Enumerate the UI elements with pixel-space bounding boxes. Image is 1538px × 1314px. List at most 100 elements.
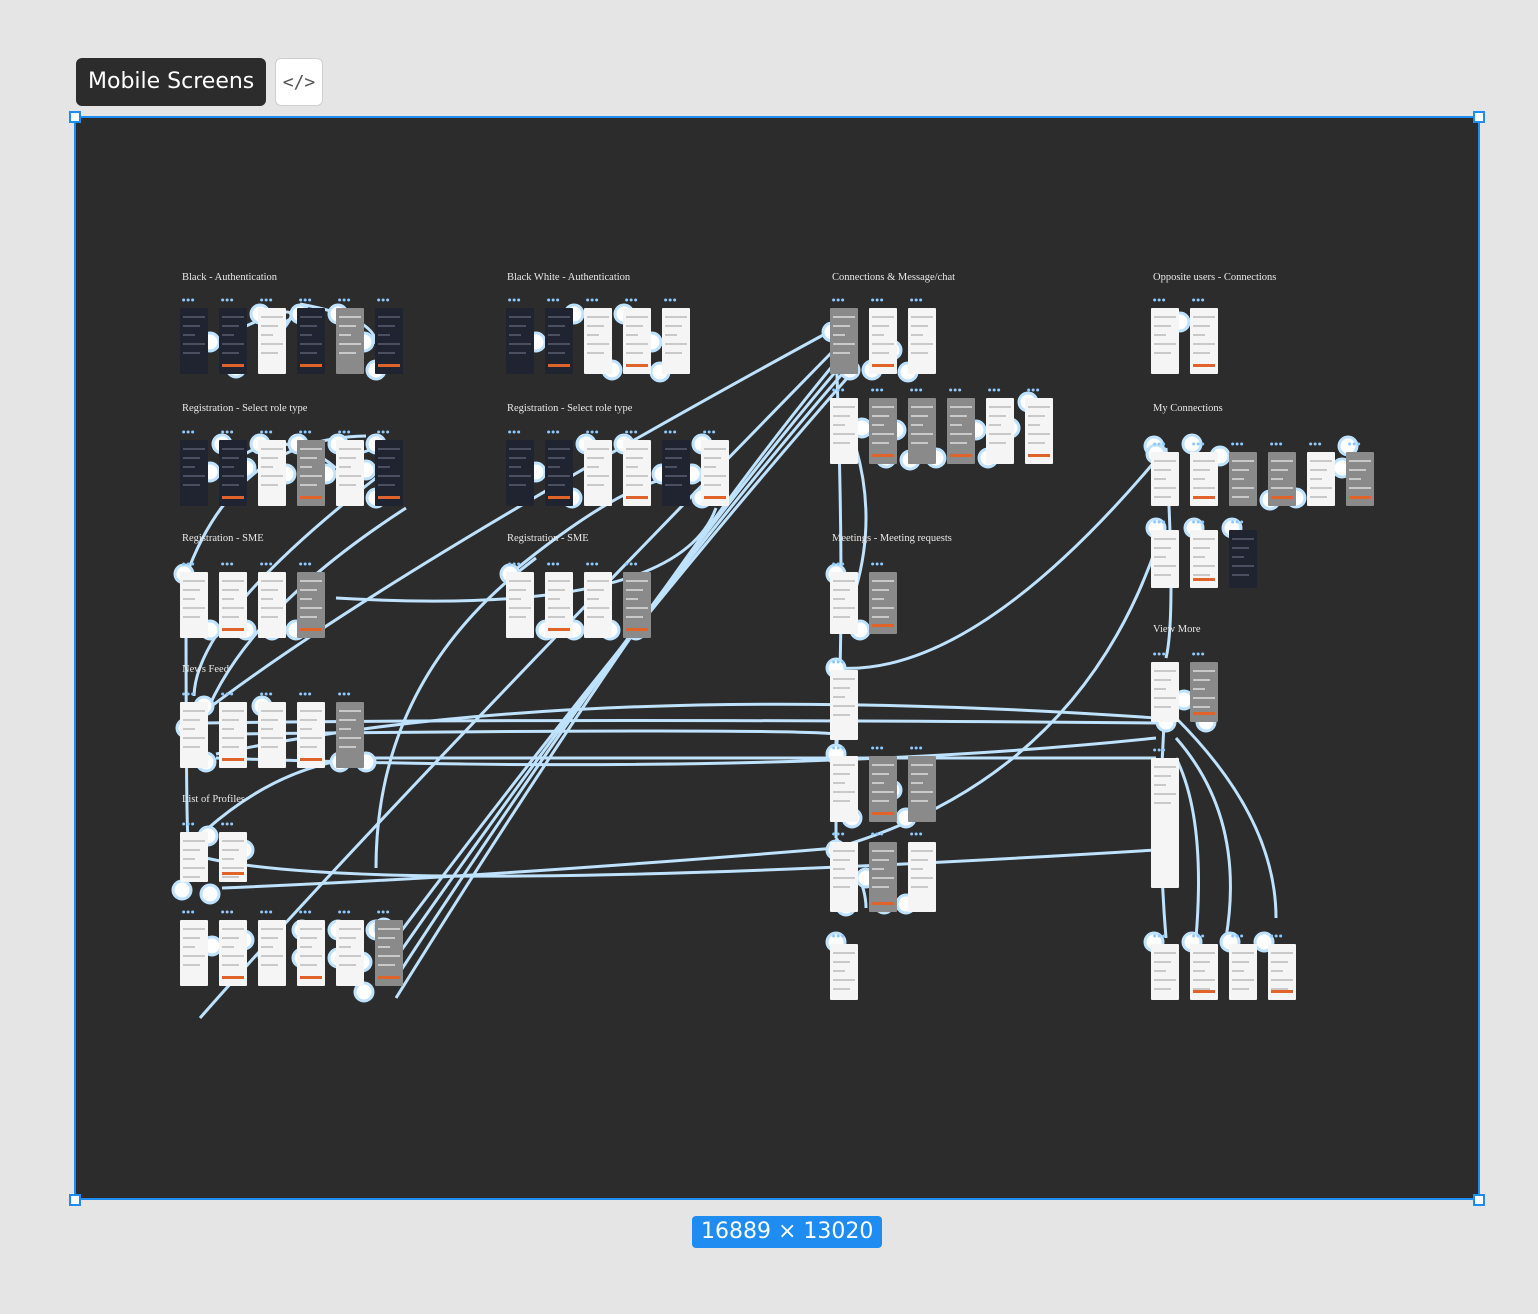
screen-more-icon[interactable]: ●●● [1192, 932, 1205, 940]
screen-more-icon[interactable]: ●●● [547, 560, 560, 568]
screen-more-icon[interactable]: ●●● [508, 560, 521, 568]
screen-thumbnail[interactable] [908, 398, 936, 464]
screen-more-icon[interactable]: ●●● [625, 428, 638, 436]
screen-more-icon[interactable]: ●●● [1192, 440, 1205, 448]
screen-thumbnail[interactable] [1307, 452, 1335, 506]
screen-thumbnail[interactable] [297, 920, 325, 986]
screen-thumbnail[interactable] [662, 308, 690, 374]
screen-thumbnail[interactable] [869, 572, 897, 634]
connection-node-icon[interactable] [171, 879, 193, 901]
screen-more-icon[interactable]: ●●● [1153, 650, 1166, 658]
screen-thumbnail[interactable] [219, 440, 247, 506]
prototype-connector[interactable] [195, 326, 837, 720]
screen-thumbnail[interactable] [219, 920, 247, 986]
screen-more-icon[interactable]: ●●● [1231, 440, 1244, 448]
screen-thumbnail[interactable] [1346, 452, 1374, 506]
screen-thumbnail[interactable] [219, 308, 247, 374]
prototype-connector[interactable] [1174, 716, 1278, 919]
screen-more-icon[interactable]: ●●● [1231, 932, 1244, 940]
screen-thumbnail[interactable] [830, 842, 858, 912]
screen-more-icon[interactable]: ●●● [871, 386, 884, 394]
screen-more-icon[interactable]: ●●● [949, 386, 962, 394]
screen-more-icon[interactable]: ●●● [832, 386, 845, 394]
screen-more-icon[interactable]: ●●● [664, 428, 677, 436]
screen-thumbnail[interactable] [545, 308, 573, 374]
screen-thumbnail[interactable] [258, 572, 286, 638]
screen-more-icon[interactable]: ●●● [377, 428, 390, 436]
screen-thumbnail[interactable] [219, 832, 247, 882]
screen-thumbnail[interactable] [869, 842, 897, 912]
screen-more-icon[interactable]: ●●● [299, 296, 312, 304]
screen-thumbnail[interactable] [297, 440, 325, 506]
screen-more-icon[interactable]: ●●● [586, 428, 599, 436]
screen-more-icon[interactable]: ●●● [871, 744, 884, 752]
screen-more-icon[interactable]: ●●● [1309, 440, 1322, 448]
screen-more-icon[interactable]: ●●● [625, 560, 638, 568]
prototype-connector[interactable] [1174, 737, 1232, 939]
screen-thumbnail[interactable] [258, 308, 286, 374]
screen-thumbnail[interactable] [830, 572, 858, 634]
screen-more-icon[interactable]: ●●● [910, 744, 923, 752]
screen-thumbnail[interactable] [336, 440, 364, 506]
screen-thumbnail[interactable] [1229, 944, 1257, 1000]
screen-thumbnail[interactable] [219, 572, 247, 638]
screen-thumbnail[interactable] [1229, 452, 1257, 506]
screen-thumbnail[interactable] [297, 702, 325, 768]
screen-thumbnail[interactable] [623, 440, 651, 506]
screen-thumbnail[interactable] [375, 308, 403, 374]
screen-thumbnail[interactable] [869, 308, 897, 374]
screen-more-icon[interactable]: ●●● [1153, 440, 1166, 448]
screen-more-icon[interactable]: ●●● [221, 908, 234, 916]
screen-more-icon[interactable]: ●●● [988, 386, 1001, 394]
screen-thumbnail[interactable] [1151, 662, 1179, 722]
frame-name-label[interactable]: Mobile Screens [76, 58, 267, 106]
screen-more-icon[interactable]: ●●● [832, 830, 845, 838]
screen-thumbnail[interactable] [1190, 530, 1218, 588]
screen-more-icon[interactable]: ●●● [377, 296, 390, 304]
screen-thumbnail[interactable] [180, 832, 208, 882]
screen-thumbnail[interactable] [180, 920, 208, 986]
screen-thumbnail[interactable] [375, 920, 403, 986]
screen-thumbnail[interactable] [1151, 452, 1179, 506]
screen-thumbnail[interactable] [830, 308, 858, 374]
screen-thumbnail[interactable] [1151, 308, 1179, 374]
screen-thumbnail[interactable] [1190, 944, 1218, 1000]
screen-more-icon[interactable]: ●●● [1153, 932, 1166, 940]
resize-handle-top-right[interactable] [1473, 111, 1485, 123]
screen-more-icon[interactable]: ●●● [832, 932, 845, 940]
screen-thumbnail[interactable] [297, 572, 325, 638]
screen-thumbnail[interactable] [180, 702, 208, 768]
screen-more-icon[interactable]: ●●● [260, 296, 273, 304]
prototype-connector[interactable] [221, 846, 837, 890]
screen-more-icon[interactable]: ●●● [260, 428, 273, 436]
screen-thumbnail[interactable] [1025, 398, 1053, 464]
screen-more-icon[interactable]: ●●● [508, 296, 521, 304]
screen-thumbnail[interactable] [986, 398, 1014, 464]
screen-thumbnail[interactable] [180, 440, 208, 506]
screen-more-icon[interactable]: ●●● [586, 560, 599, 568]
screen-more-icon[interactable]: ●●● [664, 296, 677, 304]
resize-handle-bottom-left[interactable] [69, 1194, 81, 1206]
screen-thumbnail[interactable] [869, 398, 897, 464]
screen-more-icon[interactable]: ●●● [221, 560, 234, 568]
screen-more-icon[interactable]: ●●● [338, 296, 351, 304]
screen-more-icon[interactable]: ●●● [182, 690, 195, 698]
screen-more-icon[interactable]: ●●● [221, 690, 234, 698]
screen-more-icon[interactable]: ●●● [1231, 518, 1244, 526]
code-icon[interactable]: </> [275, 58, 323, 106]
screen-thumbnail[interactable] [662, 440, 690, 506]
screen-more-icon[interactable]: ●●● [299, 908, 312, 916]
screen-thumbnail[interactable] [1190, 308, 1218, 374]
screen-thumbnail[interactable] [258, 440, 286, 506]
screen-more-icon[interactable]: ●●● [1192, 296, 1205, 304]
screen-more-icon[interactable]: ●●● [221, 820, 234, 828]
screen-more-icon[interactable]: ●●● [586, 296, 599, 304]
screen-more-icon[interactable]: ●●● [299, 690, 312, 698]
screen-thumbnail[interactable] [506, 440, 534, 506]
screen-thumbnail[interactable] [1229, 530, 1257, 588]
screen-thumbnail[interactable] [180, 308, 208, 374]
screen-more-icon[interactable]: ●●● [871, 296, 884, 304]
screen-more-icon[interactable]: ●●● [299, 560, 312, 568]
screen-thumbnail[interactable] [908, 308, 936, 374]
screen-thumbnail[interactable] [623, 308, 651, 374]
